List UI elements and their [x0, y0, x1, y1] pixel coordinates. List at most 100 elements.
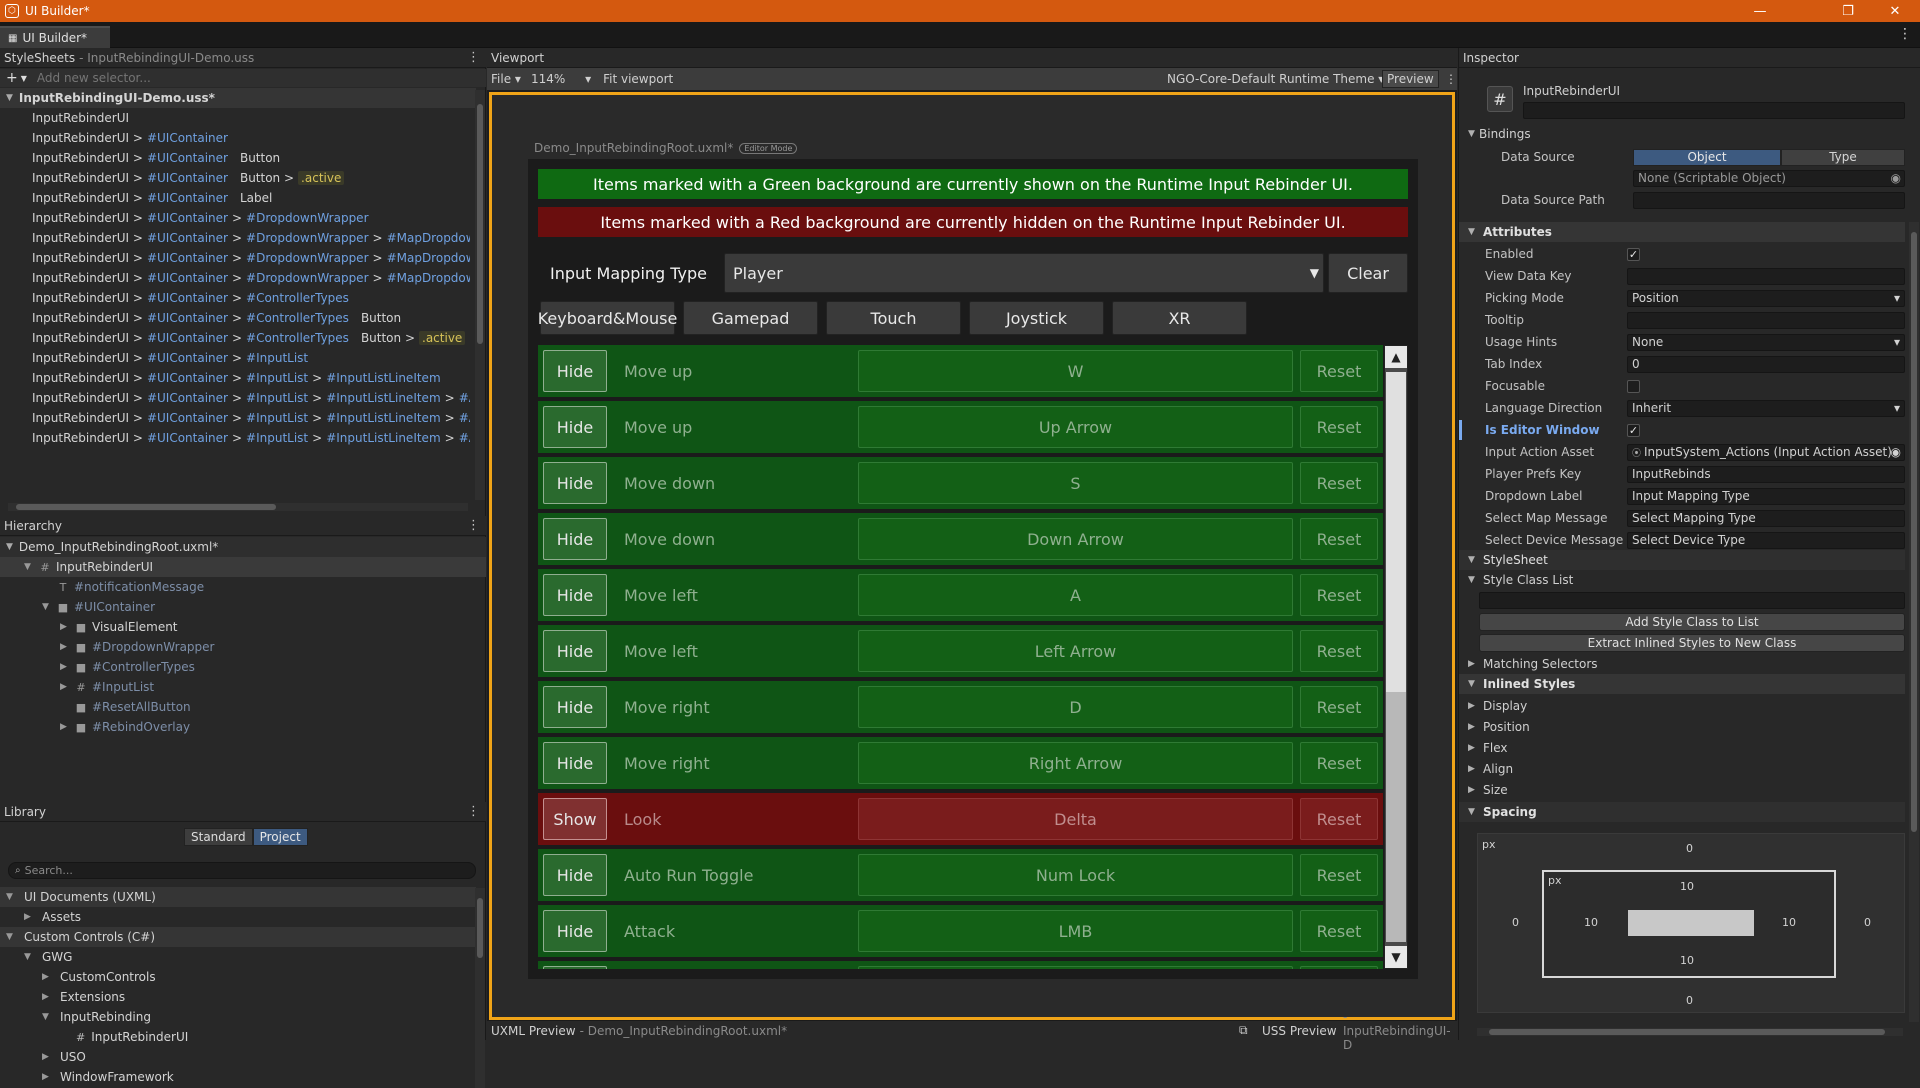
uss-file-row[interactable]: ▼ InputRebindingUI-Demo.uss* [0, 88, 476, 108]
usage-hints-dropdown[interactable]: None ▾ [1627, 333, 1905, 351]
chevron-right-icon[interactable]: ▶ [60, 622, 72, 632]
reset-button[interactable]: Reset [1300, 574, 1378, 616]
hide-button[interactable]: Hide [543, 910, 607, 952]
hide-button[interactable]: Hide [543, 462, 607, 504]
scroll-up-icon[interactable]: ▲ [1385, 346, 1407, 368]
viewport-menu-icon[interactable]: ⋮ [1445, 72, 1457, 86]
stylesheets-menu-icon[interactable]: ⋮ [467, 50, 480, 65]
tab-index-field[interactable]: 0 [1627, 355, 1905, 373]
selector-row[interactable]: InputRebinderUI > #UIContainer > #Controlle… [0, 328, 470, 348]
size-foldout[interactable]: ▶ Size [1459, 780, 1905, 800]
style-class-input[interactable] [1479, 592, 1905, 609]
reset-button[interactable]: Reset [1300, 742, 1378, 784]
ui-builder-tab[interactable]: ▦ UI Builder* [0, 26, 110, 48]
input-list-scrollbar[interactable]: ▲ ▼ [1384, 345, 1408, 969]
chevron-down-icon[interactable]: ▼ [42, 1012, 54, 1022]
chevron-down-icon[interactable]: ▼ [42, 602, 54, 612]
chevron-right-icon[interactable]: ▶ [42, 972, 54, 982]
select-device-message-field[interactable]: Select Device Type [1627, 531, 1905, 549]
scroll-down-icon[interactable]: ▼ [1385, 946, 1407, 968]
selector-row[interactable]: InputRebinderUI > #UIContainer > #InputList… [0, 368, 470, 388]
hide-button[interactable]: Hide [543, 574, 607, 616]
margin-bottom-value[interactable]: 0 [1686, 994, 1693, 1007]
enabled-checkbox[interactable]: ✓ [1627, 247, 1640, 261]
hierarchy-item[interactable]: T #notificationMessage [0, 577, 486, 597]
device-tab-xr[interactable]: XR [1112, 301, 1247, 335]
hierarchy-root[interactable]: ▼ Demo_InputRebindingRoot.uxml* [0, 537, 486, 557]
hierarchy-item[interactable]: ▶ ■ VisualElement [0, 617, 486, 637]
binding-button[interactable]: D [858, 686, 1293, 728]
style-class-list-foldout[interactable]: ▼ Style Class List [1459, 570, 1905, 590]
chevron-right-icon[interactable]: ▶ [42, 1072, 54, 1082]
library-item[interactable]: ▼ Custom Controls (C#) [0, 927, 476, 947]
extract-inlined-styles-button[interactable]: Extract Inlined Styles to New Class [1479, 634, 1905, 652]
selector-row[interactable]: InputRebinderUI > #UIContainer > #InputList… [0, 428, 470, 448]
data-source-object-tab[interactable]: Object [1633, 148, 1781, 166]
clear-button[interactable]: Clear [1328, 253, 1408, 293]
show-button[interactable]: Show [543, 798, 607, 840]
selector-row[interactable]: InputRebinderUI [0, 108, 470, 128]
hide-button[interactable]: Hide [543, 406, 607, 448]
hierarchy-item[interactable]: ▶ ■ #ControllerTypes [0, 657, 486, 677]
reset-button[interactable]: Reset [1300, 630, 1378, 672]
library-item[interactable]: ▼ UI Documents (UXML) [0, 887, 476, 907]
padding-left-value[interactable]: 10 [1584, 916, 1598, 929]
margin-right-value[interactable]: 0 [1864, 916, 1871, 929]
reset-button[interactable]: Reset [1300, 350, 1378, 392]
add-selector-input[interactable] [36, 70, 457, 86]
padding-unit[interactable]: px [1548, 874, 1562, 887]
selector-row[interactable]: InputRebinderUI > #UIContainer Button > .ac… [0, 168, 470, 188]
hierarchy-item[interactable]: ▶ ■ #RebindOverlay [0, 717, 486, 737]
library-item[interactable]: ▶ Extensions [0, 987, 476, 1007]
reset-button[interactable]: Reset [1300, 966, 1378, 969]
chevron-down-icon[interactable]: ▼ [6, 542, 13, 552]
hide-button[interactable]: Hide [543, 742, 607, 784]
selector-row[interactable]: InputRebinderUI > #UIContainer > #DropdownW… [0, 268, 470, 288]
uxml-preview-label[interactable]: UXML Preview [491, 1024, 576, 1038]
position-foldout[interactable]: ▶ Position [1459, 717, 1905, 737]
binding-button[interactable]: Num Lock [858, 854, 1293, 896]
select-map-message-field[interactable]: Select Mapping Type [1627, 509, 1905, 527]
hide-button[interactable]: Hide [543, 966, 607, 969]
data-source-path-field[interactable] [1633, 191, 1905, 209]
padding-top-value[interactable]: 10 [1680, 880, 1694, 893]
binding-button[interactable] [858, 966, 1293, 969]
binding-button[interactable]: A [858, 574, 1293, 616]
flex-foldout[interactable]: ▶ Flex [1459, 738, 1905, 758]
reset-button[interactable]: Reset [1300, 406, 1378, 448]
restore-icon[interactable]: ❐ [1828, 0, 1868, 22]
chevron-down-icon[interactable]: ▼ [24, 562, 36, 572]
margin-unit[interactable]: px [1482, 838, 1496, 851]
chevron-right-icon[interactable]: ▶ [60, 642, 72, 652]
hierarchy-item[interactable]: ■ #ResetAllButton [0, 697, 486, 717]
input-action-asset-field[interactable]: ⦿ InputSystem_Actions (Input Action Asset… [1627, 443, 1905, 461]
chevron-down-icon[interactable]: ▼ [24, 952, 36, 962]
bindings-foldout[interactable]: ▼ Bindings [1459, 124, 1905, 144]
minimize-icon[interactable]: — [1740, 0, 1780, 22]
binding-button[interactable]: Delta [858, 798, 1293, 840]
selector-row[interactable]: InputRebinderUI > #UIContainer > #Controlle… [0, 288, 470, 308]
binding-button[interactable]: Down Arrow [858, 518, 1293, 560]
library-item[interactable]: ▶ USO [0, 1047, 476, 1067]
spacing-section[interactable]: ▼ Spacing [1459, 802, 1905, 822]
selector-row[interactable]: InputRebinderUI > #UIContainer > #InputList… [0, 408, 470, 428]
hide-button[interactable]: Hide [543, 518, 607, 560]
padding-right-value[interactable]: 10 [1782, 916, 1796, 929]
library-item[interactable]: # InputRebinderUI [0, 1027, 476, 1047]
reset-button[interactable]: Reset [1300, 462, 1378, 504]
library-item[interactable]: ▼ GWG [0, 947, 476, 967]
inspector-scrollbar[interactable] [1909, 222, 1919, 1022]
reset-button[interactable]: Reset [1300, 854, 1378, 896]
tab-project[interactable]: Project [252, 828, 308, 846]
dropdown-label-field[interactable]: Input Mapping Type [1627, 487, 1905, 505]
stylesheet-section[interactable]: ▼ StyleSheet [1459, 550, 1905, 570]
reset-button[interactable]: Reset [1300, 798, 1378, 840]
hierarchy-item[interactable]: ▼ ■ #UIContainer [0, 597, 486, 617]
hide-button[interactable]: Hide [543, 630, 607, 672]
selector-row[interactable]: InputRebinderUI > #UIContainer > #Controlle… [0, 308, 470, 328]
selector-row[interactable]: InputRebinderUI > #UIContainer > #DropdownW… [0, 208, 470, 228]
align-foldout[interactable]: ▶ Align [1459, 759, 1905, 779]
chevron-right-icon[interactable]: ▶ [42, 992, 54, 1002]
library-item[interactable]: ▶ CustomControls [0, 967, 476, 987]
element-name-input[interactable] [1523, 102, 1905, 119]
